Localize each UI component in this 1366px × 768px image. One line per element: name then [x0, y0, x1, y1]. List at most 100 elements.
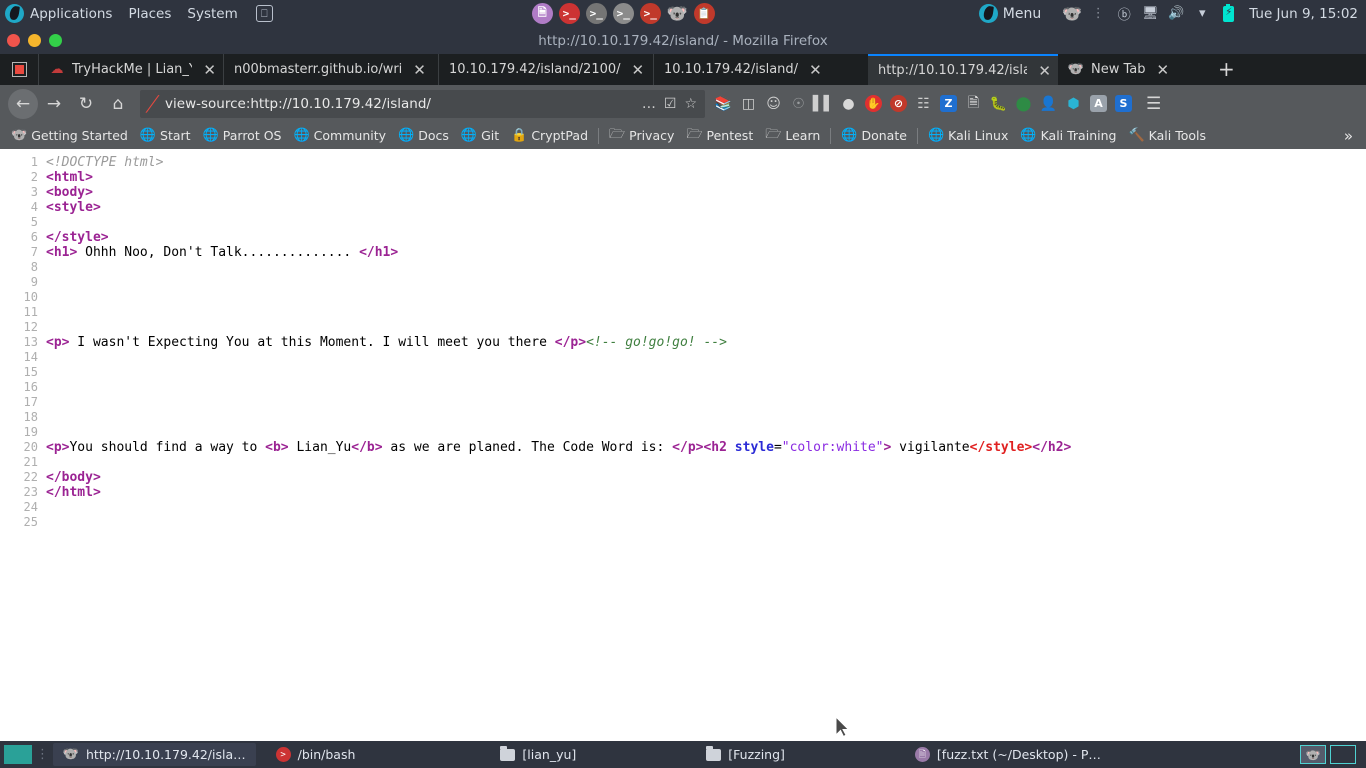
bug-icon[interactable]: 🐛	[986, 90, 1011, 118]
workspace-1-firefox[interactable]: 🐨	[1300, 745, 1326, 764]
wifi-icon[interactable]: ▾	[1191, 4, 1213, 24]
bookmark-folder-learn[interactable]: 🗁 Learn	[759, 125, 826, 147]
menu-button-label[interactable]: Menu	[1003, 6, 1041, 22]
terminal-icon-4[interactable]: >_	[640, 3, 661, 24]
reload-button[interactable]: ↻	[70, 89, 102, 119]
noscript-icon[interactable]: ✋	[861, 90, 886, 118]
bookmark-docs[interactable]: 🌐 Docs	[392, 128, 455, 143]
dots-menu-icon[interactable]: ⋮	[1087, 4, 1109, 24]
translate-icon[interactable]: A	[1086, 90, 1111, 118]
url-bar[interactable]: ╱ view-source:http://10.10.179.42/island…	[140, 90, 705, 118]
bookmark-folder-privacy[interactable]: 🗁 Privacy	[603, 125, 680, 147]
green-shield-icon[interactable]: ⬤	[1011, 90, 1036, 118]
display-icon[interactable]: 🖥	[1139, 4, 1161, 24]
menu-places[interactable]: Places	[128, 6, 171, 22]
tab-tryhackme[interactable]: ☁ TryHackMe | Lian_Yu ✕	[38, 54, 223, 85]
bookmark-git[interactable]: 🌐 Git	[455, 128, 505, 143]
show-desktop-button[interactable]	[4, 745, 32, 764]
bookmark-folder-pentest[interactable]: 🗁 Pentest	[680, 125, 759, 147]
extensions-icon[interactable]: ☷	[911, 90, 936, 118]
bookmark-star-icon[interactable]: ☆	[684, 96, 697, 112]
bookmark-kali-training[interactable]: 🌐 Kali Training	[1014, 128, 1122, 143]
reader-mode-icon[interactable]: ☑	[664, 96, 677, 112]
parrot-logo-icon[interactable]	[5, 4, 24, 23]
tab-view-source-island[interactable]: http://10.10.179.42/island/ ✕	[868, 54, 1058, 85]
user-agent-icon[interactable]: 👤	[1036, 90, 1061, 118]
taskbar-item-fuzzing[interactable]: [Fuzzing]	[696, 743, 795, 766]
tab-close-icon[interactable]: ✕	[809, 61, 822, 79]
bookmark-getting-started[interactable]: 🐨 Getting Started	[5, 128, 134, 143]
bookmark-cryptpad[interactable]: 🔒 CryptPad	[505, 128, 594, 143]
line-number: 23	[0, 485, 38, 500]
workspace-2-empty[interactable]	[1330, 745, 1356, 764]
hex-icon[interactable]: ⬢	[1061, 90, 1086, 118]
line-code	[38, 410, 46, 425]
firefox-icon-tray[interactable]: 🐨	[667, 3, 688, 24]
taskbar-item-lian-yu[interactable]: [lian_yu]	[490, 743, 586, 766]
library-icon[interactable]: 📚	[711, 90, 736, 118]
source-line: 11	[0, 305, 1366, 320]
bookmark-label: Community	[314, 128, 386, 143]
palisade-icon[interactable]: ▌▌	[811, 90, 836, 118]
tab-close-icon[interactable]: ✕	[1038, 62, 1051, 80]
bookmark-donate[interactable]: 🌐 Donate	[835, 128, 913, 143]
screenshot-icon[interactable]: ☉	[786, 90, 811, 118]
tab-close-icon[interactable]: ✕	[413, 61, 426, 79]
taskbar-item-bash[interactable]: > /bin/bash	[266, 743, 366, 766]
battery-icon[interactable]: ⚡	[1217, 4, 1239, 24]
code-token: vigilante	[891, 440, 969, 455]
clock[interactable]: Tue Jun 9, 15:02	[1249, 6, 1358, 22]
bookmark-kali-tools[interactable]: 🔨 Kali Tools	[1122, 128, 1212, 143]
taskbar-item-label: [Fuzzing]	[728, 747, 785, 762]
bookmark-kali-linux[interactable]: 🌐 Kali Linux	[922, 128, 1014, 143]
shodan-icon[interactable]: S	[1111, 90, 1136, 118]
broken-shield-icon[interactable]: ╱	[146, 95, 159, 113]
hamburger-menu-icon[interactable]: ☰	[1136, 94, 1169, 114]
menu-system[interactable]: System	[187, 6, 237, 22]
code-token: as we are planed. The Code Word is:	[383, 440, 673, 455]
taskbar-item-fuzz-txt[interactable]: 🗎 [fuzz.txt (~/Desktop) - P…	[905, 743, 1111, 766]
tab-island-2100[interactable]: 10.10.179.42/island/2100/ ✕	[438, 54, 653, 85]
taskbar-grip[interactable]: ⋮	[36, 752, 49, 757]
forward-button[interactable]: →	[38, 89, 70, 119]
sidebar-icon[interactable]: ◫	[736, 90, 761, 118]
cookie-icon[interactable]: ●	[836, 90, 861, 118]
zotero-icon[interactable]: Z	[936, 90, 961, 118]
url-input[interactable]: view-source:http://10.10.179.42/island/	[165, 96, 634, 112]
clipboard-icon[interactable]: 📋	[694, 3, 715, 24]
parrot-menu-icon[interactable]	[979, 4, 998, 23]
show-desktop-icon[interactable]: ⎕	[256, 5, 273, 22]
terminal-icon-3[interactable]: >_	[613, 3, 634, 24]
bookmark-start[interactable]: 🌐 Start	[134, 128, 197, 143]
taskbar-item-firefox[interactable]: 🐨 http://10.10.179.42/isla…	[53, 743, 256, 766]
source-line: 12	[0, 320, 1366, 335]
terminal-icon-2[interactable]: >_	[586, 3, 607, 24]
bookmark-community[interactable]: 🌐 Community	[287, 128, 392, 143]
terminal-icon-1[interactable]: >_	[559, 3, 580, 24]
globe-icon: 🌐	[293, 128, 309, 143]
page-actions-icon[interactable]: …	[642, 96, 656, 112]
bookmark-parrot-os[interactable]: 🌐 Parrot OS	[197, 128, 288, 143]
tab-close-icon[interactable]: ✕	[632, 61, 645, 79]
volume-icon[interactable]: 🔊	[1165, 4, 1187, 24]
tab-n00bmasterr[interactable]: n00bmasterr.github.io/wri ✕	[223, 54, 438, 85]
bookmark-separator	[917, 128, 918, 144]
home-button[interactable]: ⌂	[102, 89, 134, 119]
account-icon[interactable]: ☺	[761, 90, 786, 118]
firefox-status-icon[interactable]: 🐨	[1061, 4, 1083, 24]
tab-close-icon[interactable]: ✕	[203, 61, 216, 79]
text-editor-icon[interactable]: 🗎	[532, 3, 553, 24]
tab-new-tab[interactable]: 🐨 New Tab ✕	[1058, 54, 1208, 85]
bookmarks-overflow-icon[interactable]: »	[1336, 127, 1361, 145]
pinned-tab-icon[interactable]	[0, 54, 38, 85]
tab-island[interactable]: 10.10.179.42/island/ ✕	[653, 54, 868, 85]
blocker-icon[interactable]: ⊘	[886, 90, 911, 118]
back-button[interactable]: ←	[8, 89, 38, 119]
menu-applications[interactable]: Applications	[30, 6, 112, 22]
bluetooth-icon[interactable]: ⓑ	[1113, 4, 1135, 24]
firefox-window: http://10.10.179.42/island/ - Mozilla Fi…	[0, 27, 1366, 741]
new-tab-button[interactable]: +	[1208, 54, 1245, 85]
reader-icon[interactable]: 🗎	[961, 90, 986, 118]
tab-close-icon[interactable]: ✕	[1157, 61, 1170, 79]
line-code: <h1> Ohhh Noo, Don't Talk.............. …	[38, 245, 398, 260]
